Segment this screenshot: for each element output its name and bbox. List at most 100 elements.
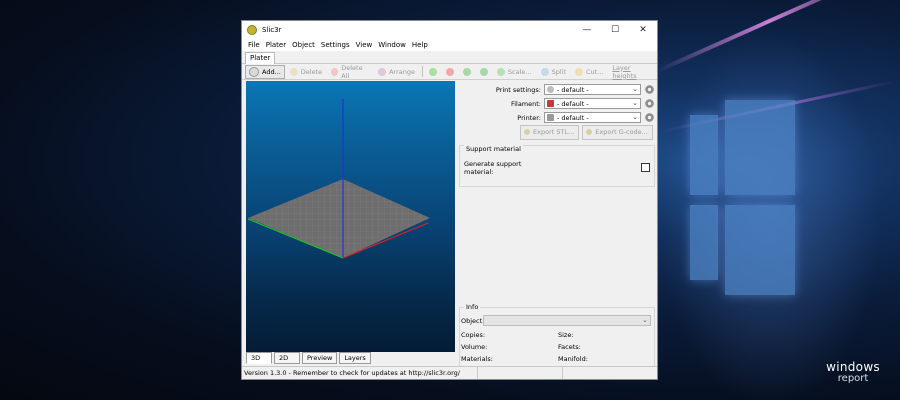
export-stl-label: Export STL... — [533, 128, 575, 136]
printer-row: Printer: - default - ⌄ — [458, 112, 656, 124]
export-gcode-label: Export G-code... — [595, 128, 648, 136]
rotate-left-button[interactable] — [459, 65, 475, 79]
chevron-down-icon: ⌄ — [632, 113, 638, 121]
watermark-line2: report — [837, 373, 869, 384]
printer-select[interactable]: - default - ⌄ — [544, 112, 641, 123]
menu-window[interactable]: Window — [375, 41, 409, 49]
arrange-button[interactable]: Arrange — [374, 65, 419, 79]
rotate-left-icon — [462, 67, 471, 76]
filament-gear-icon[interactable] — [645, 99, 654, 108]
filament-label: Filament: — [510, 100, 541, 108]
printer-gear-icon[interactable] — [645, 113, 654, 122]
windows-logo-pane — [690, 205, 718, 280]
maximize-button[interactable]: ☐ — [601, 21, 629, 39]
filament-row: Filament: - default - ⌄ — [458, 98, 656, 110]
delete-all-label: Delete All — [341, 63, 363, 80]
slic3r-window: Slic3r — ☐ ✕ File Plater Object Settings… — [241, 20, 658, 380]
split-label: Split — [551, 67, 567, 76]
rotate-right-button[interactable] — [476, 65, 492, 79]
print-settings-gear-icon[interactable] — [645, 85, 654, 94]
view-tabs: 3D 2D Preview Layers — [246, 352, 373, 364]
cut-button[interactable]: Cut... — [571, 65, 607, 79]
3d-viewport[interactable] — [246, 81, 455, 352]
tab-3d[interactable]: 3D — [246, 352, 272, 364]
close-button[interactable]: ✕ — [629, 21, 657, 39]
delete-all-icon — [331, 67, 339, 76]
decrease-copies-button[interactable] — [442, 65, 458, 79]
delete-all-button[interactable]: Delete All — [327, 63, 373, 80]
export-stl-icon — [524, 129, 530, 135]
menu-plater[interactable]: Plater — [263, 41, 289, 49]
tab-2d[interactable]: 2D — [274, 352, 300, 364]
support-material-group: Support material Generate support materi… — [459, 145, 655, 187]
windows-logo-pane — [725, 205, 795, 295]
title-bar[interactable]: Slic3r — ☐ ✕ — [242, 21, 657, 39]
settings-panel: Print settings: - default - ⌄ Filament: … — [458, 81, 656, 369]
plus-icon — [428, 67, 437, 76]
watermark-line1: windows — [826, 360, 880, 374]
scale-label: Scale... — [507, 67, 532, 76]
menu-help[interactable]: Help — [409, 41, 431, 49]
filament-select[interactable]: - default - ⌄ — [544, 98, 641, 109]
printer-icon — [547, 114, 554, 121]
tab-layers[interactable]: Layers — [339, 352, 371, 364]
copies-label: Copies: — [461, 331, 486, 339]
print-settings-icon — [547, 86, 554, 93]
print-settings-label: Print settings: — [495, 86, 541, 94]
export-stl-button[interactable]: Export STL... — [520, 125, 580, 140]
arrange-icon — [378, 67, 387, 76]
print-settings-row: Print settings: - default - ⌄ — [458, 84, 656, 96]
print-bed-grid — [248, 179, 430, 258]
chevron-down-icon: ⌄ — [642, 316, 648, 324]
manifold-label: Manifold: — [558, 355, 588, 363]
delete-icon — [289, 67, 298, 76]
print-settings-value: - default - — [557, 85, 589, 94]
menu-object[interactable]: Object — [289, 41, 318, 49]
add-icon — [249, 66, 259, 77]
add-button[interactable]: Add... — [245, 64, 285, 79]
printer-value: - default - — [557, 113, 589, 122]
chevron-down-icon: ⌄ — [632, 99, 638, 107]
split-button[interactable]: Split — [537, 65, 570, 79]
delete-button[interactable]: Delete — [286, 65, 326, 79]
status-cell — [562, 367, 563, 379]
support-material-title: Support material — [464, 145, 523, 153]
tab-row: Plater — [242, 51, 657, 64]
layer-heights-button[interactable]: Layer heights — [608, 63, 656, 80]
toolbar-separator — [422, 66, 423, 77]
volume-label: Volume: — [461, 343, 488, 351]
cut-label: Cut... — [586, 67, 604, 76]
minus-icon — [445, 67, 454, 76]
object-select[interactable]: ⌄ — [483, 315, 651, 326]
status-bar: Version 1.3.0 - Remember to check for up… — [242, 366, 657, 379]
tab-plater[interactable]: Plater — [245, 52, 276, 64]
generate-support-checkbox[interactable] — [641, 163, 650, 172]
generate-support-label: Generate support material: — [464, 160, 522, 176]
rotate-right-icon — [479, 67, 488, 76]
filament-spool-icon — [547, 100, 554, 107]
minimize-button[interactable]: — — [573, 21, 601, 39]
menu-file[interactable]: File — [245, 41, 263, 49]
print-bed-scene — [247, 99, 430, 259]
export-gcode-icon — [586, 129, 593, 135]
increase-copies-button[interactable] — [425, 65, 441, 79]
watermark-logo: windows report — [826, 360, 880, 384]
export-gcode-button[interactable]: Export G-code... — [582, 125, 653, 140]
add-label: Add... — [262, 67, 281, 76]
windows-logo-pane — [725, 100, 795, 195]
tab-preview[interactable]: Preview — [302, 352, 338, 364]
windows-logo-pane — [690, 115, 718, 195]
scale-icon — [496, 67, 505, 76]
chevron-down-icon: ⌄ — [632, 85, 638, 93]
print-settings-select[interactable]: - default - ⌄ — [544, 84, 641, 95]
menu-settings[interactable]: Settings — [318, 41, 353, 49]
status-text: Version 1.3.0 - Remember to check for up… — [244, 369, 460, 377]
scale-button[interactable]: Scale... — [493, 65, 536, 79]
slic3r-app-icon — [247, 25, 257, 35]
menu-view[interactable]: View — [353, 41, 376, 49]
layer-heights-label: Layer heights — [612, 63, 637, 80]
window-title: Slic3r — [262, 26, 282, 34]
cut-icon — [575, 67, 584, 76]
size-label: Size: — [558, 331, 574, 339]
facets-label: Facets: — [558, 343, 581, 351]
